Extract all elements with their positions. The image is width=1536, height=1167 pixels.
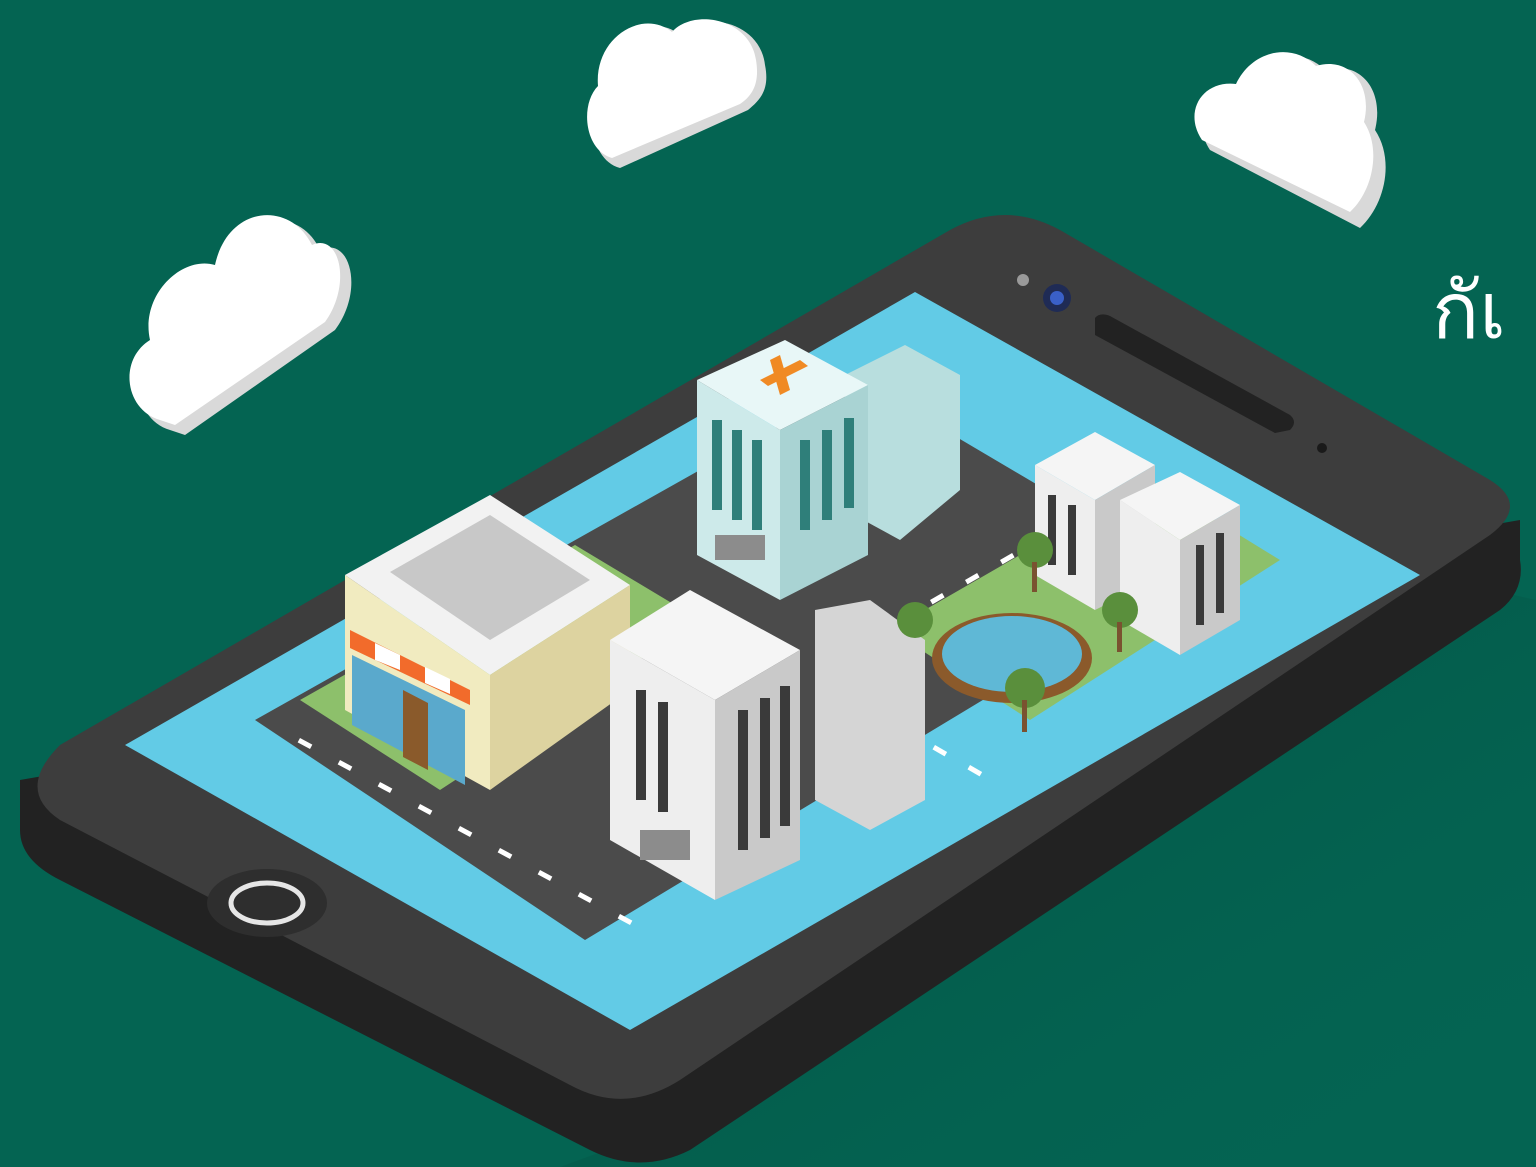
- home-button[interactable]: [207, 869, 327, 937]
- sensor-dot: [1017, 274, 1029, 286]
- cloud: [587, 19, 767, 168]
- camera-icon: [1043, 284, 1071, 312]
- city-on-smartphone-illustration: กัเ: [20, 19, 1536, 1167]
- cloud: [1194, 52, 1386, 228]
- mic-dot: [1317, 443, 1327, 453]
- heading-text: กัเ: [1432, 267, 1506, 357]
- cloud: [129, 215, 352, 435]
- shop-door: [403, 690, 428, 770]
